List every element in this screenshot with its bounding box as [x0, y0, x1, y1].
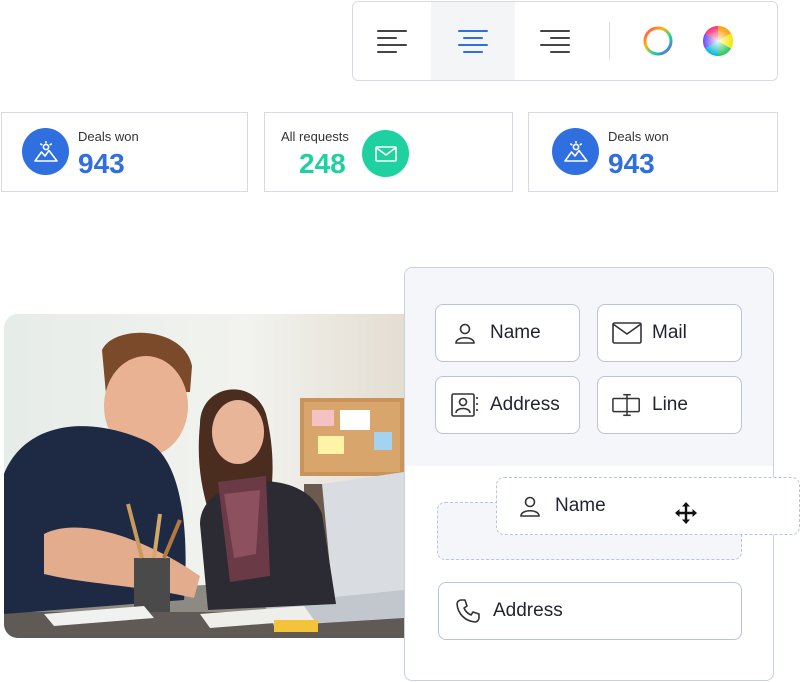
- dragging-field-name[interactable]: Name: [496, 477, 800, 535]
- color-wheel-button[interactable]: [688, 2, 748, 80]
- align-left-icon: [377, 30, 407, 53]
- align-left-button[interactable]: [353, 2, 431, 80]
- color-ring-button[interactable]: [628, 2, 688, 80]
- field-label: Line: [652, 394, 688, 415]
- stat-value: 248: [299, 148, 346, 179]
- stat-value: 943: [608, 148, 655, 179]
- user-icon: [515, 494, 545, 518]
- landscape-icon: [563, 140, 588, 162]
- stat-icon-badge: [362, 130, 409, 177]
- color-ring-icon: [643, 26, 673, 56]
- move-cursor-icon: [675, 502, 697, 524]
- toolbar-divider: [609, 22, 610, 60]
- field-label: Name: [555, 495, 606, 516]
- team-photo: [4, 314, 404, 638]
- stat-label: Deals won: [78, 129, 139, 144]
- align-right-icon: [540, 30, 570, 53]
- field-label: Name: [490, 322, 541, 343]
- mail-icon: [612, 322, 642, 344]
- alignment-toolbar: [352, 1, 778, 81]
- stat-card-deals-won: Deals won 943: [528, 112, 778, 192]
- landscape-icon: [33, 140, 58, 162]
- stat-icon-badge: [22, 128, 69, 175]
- contact-card-icon: [450, 393, 480, 417]
- stat-card-all-requests: All requests 248: [264, 112, 513, 192]
- align-center-icon: [458, 30, 488, 53]
- form-field-address[interactable]: Address: [438, 582, 742, 640]
- field-palette: [405, 268, 773, 466]
- text-field-icon: [612, 393, 642, 417]
- align-center-button[interactable]: [431, 2, 515, 80]
- user-icon: [450, 321, 480, 345]
- color-wheel-icon: [702, 25, 734, 57]
- phone-icon: [453, 598, 483, 624]
- stat-icon-badge: [552, 128, 599, 175]
- palette-field-name[interactable]: Name: [435, 304, 580, 362]
- mail-icon: [374, 145, 397, 162]
- palette-field-line[interactable]: Line: [597, 376, 742, 434]
- field-label: Mail: [652, 322, 687, 343]
- align-right-button[interactable]: [515, 2, 595, 80]
- field-label: Address: [490, 394, 560, 415]
- stat-card-deals-won: Deals won 943: [1, 112, 248, 192]
- stat-label: All requests: [281, 129, 349, 144]
- field-label: Address: [493, 600, 563, 621]
- stat-label: Deals won: [608, 129, 669, 144]
- palette-field-address[interactable]: Address: [435, 376, 580, 434]
- palette-field-mail[interactable]: Mail: [597, 304, 742, 362]
- stat-value: 943: [78, 148, 125, 179]
